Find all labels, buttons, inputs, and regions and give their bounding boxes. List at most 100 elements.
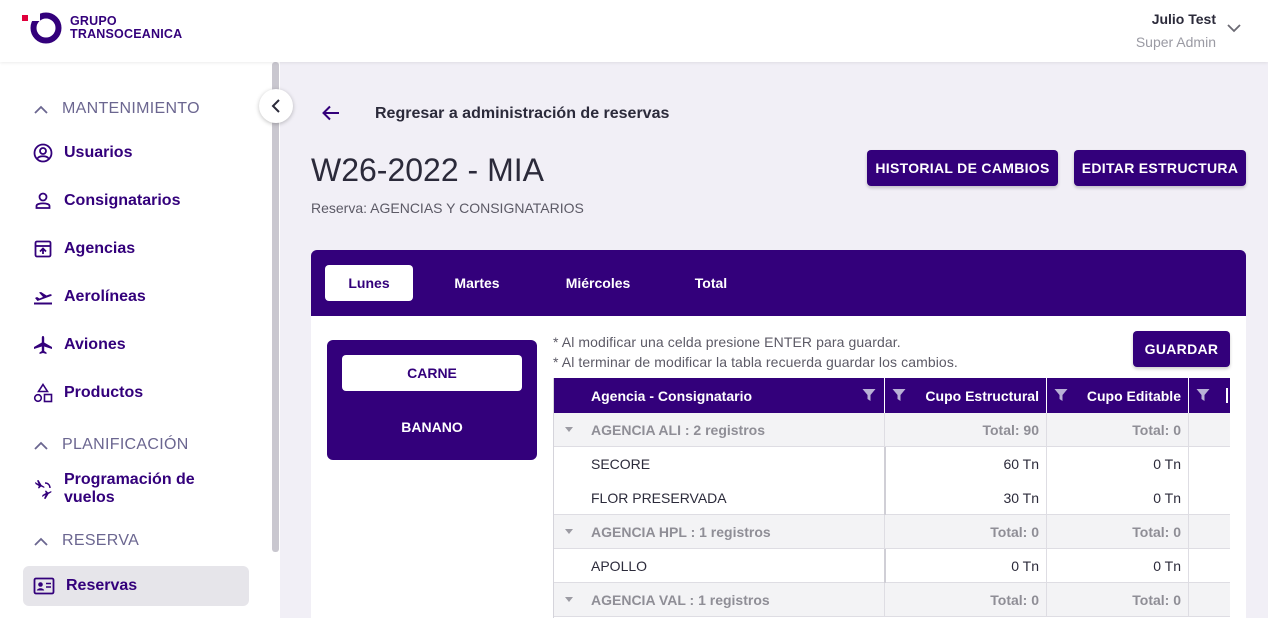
sidebar-scrollbar[interactable] bbox=[272, 62, 279, 552]
truncated-column-edge bbox=[1226, 388, 1228, 403]
user-name: Julio Test bbox=[1151, 11, 1216, 27]
consignee-cell: FLOR PRESERVADA bbox=[591, 490, 727, 506]
product-selector: CARNE BANANO bbox=[327, 340, 537, 460]
caret-down-icon[interactable] bbox=[565, 529, 573, 535]
edit-structure-button[interactable]: EDITAR ESTRUCTURA bbox=[1074, 150, 1246, 186]
group-total-estructural: Total: 90 bbox=[982, 422, 1039, 438]
sidebar-section-label: RESERVA bbox=[62, 532, 140, 549]
consignee-cell: SECORE bbox=[591, 456, 651, 472]
user-circle-icon bbox=[33, 143, 53, 163]
tab-total[interactable]: Total bbox=[671, 265, 751, 301]
filter-icon[interactable] bbox=[1054, 388, 1068, 402]
cell-divider bbox=[1188, 481, 1189, 515]
column-separator[interactable] bbox=[1188, 378, 1189, 413]
group-total-editable: Total: 0 bbox=[1132, 422, 1181, 438]
group-row[interactable]: AGENCIA VAL : 1 registros Total: 0 Total… bbox=[554, 583, 1230, 617]
sidebar-item-aerolineas[interactable]: Aerolíneas bbox=[23, 277, 249, 317]
id-card-icon bbox=[33, 577, 55, 595]
consignee-cell: APOLLO bbox=[591, 558, 648, 574]
history-button[interactable]: HISTORIAL DE CAMBIOS bbox=[867, 150, 1058, 186]
cupo-estructural-cell[interactable]: 60 Tn bbox=[884, 447, 1039, 481]
logo-text: GRUPO TRANSOCEANICA bbox=[70, 15, 182, 41]
page-subtitle: Reserva: AGENCIAS Y CONSIGNATARIOS bbox=[311, 200, 584, 216]
column-separator[interactable] bbox=[1046, 378, 1047, 413]
tab-miercoles[interactable]: Miércoles bbox=[551, 265, 645, 301]
reservation-grid: Agencia - Consignatario Cupo Estructural… bbox=[553, 378, 1230, 618]
group-row[interactable]: AGENCIA ALI : 2 registros Total: 90 Tota… bbox=[554, 413, 1230, 447]
cell-divider bbox=[1188, 413, 1189, 447]
connecting-flights-icon bbox=[35, 480, 52, 499]
shapes-icon bbox=[33, 383, 53, 403]
group-total-editable: Total: 0 bbox=[1132, 592, 1181, 608]
logo-mark-icon bbox=[22, 11, 64, 45]
table-row[interactable]: FLOR PRESERVADA 30 Tn 0 Tn bbox=[554, 481, 1230, 515]
save-button[interactable]: GUARDAR bbox=[1133, 331, 1230, 367]
sidebar-item-aviones[interactable]: Aviones bbox=[23, 325, 249, 365]
note-enter-save: * Al modificar una celda presione ENTER … bbox=[553, 334, 901, 350]
collapse-sidebar-button[interactable] bbox=[259, 89, 293, 123]
column-separator[interactable] bbox=[884, 378, 885, 413]
sidebar-item-label: Agencias bbox=[64, 240, 136, 257]
sidebar-item-label: Programación de vuelos bbox=[64, 471, 195, 506]
caret-down-icon[interactable] bbox=[565, 427, 573, 433]
sidebar-item-label: Consignatarios bbox=[64, 192, 181, 209]
column-header-cupo-estructural[interactable]: Cupo Estructural bbox=[906, 378, 1039, 413]
flight-takeoff-icon bbox=[34, 292, 52, 305]
tab-martes[interactable]: Martes bbox=[431, 265, 523, 301]
group-label: AGENCIA HPL : 1 registros bbox=[591, 524, 771, 540]
chevron-down-icon[interactable] bbox=[1227, 20, 1241, 38]
user-menu[interactable]: Julio Test Super Admin bbox=[1136, 11, 1216, 50]
sidebar-item-usuarios[interactable]: Usuarios bbox=[23, 133, 249, 173]
column-header-agencia[interactable]: Agencia - Consignatario bbox=[591, 378, 752, 413]
product-carne[interactable]: CARNE bbox=[342, 355, 522, 391]
sidebar-section-planificacion[interactable]: PLANIFICACIÓN bbox=[34, 436, 189, 454]
caret-down-icon[interactable] bbox=[565, 597, 573, 603]
day-tab-bar: Lunes Martes Miércoles Total bbox=[311, 250, 1246, 316]
table-row[interactable]: SECORE 60 Tn 0 Tn bbox=[554, 447, 1230, 481]
sidebar-section-label: MANTENIMIENTO bbox=[62, 100, 200, 117]
sidebar-item-label: Reservas bbox=[66, 577, 138, 594]
sidebar-item-programacion-de-vuelos[interactable]: Programación de vuelos bbox=[23, 469, 249, 509]
filter-icon[interactable] bbox=[892, 388, 906, 402]
page-title: W26-2022 - MIA bbox=[311, 152, 544, 188]
sidebar-item-consignatarios[interactable]: Consignatarios bbox=[23, 181, 249, 221]
company-logo[interactable]: GRUPO TRANSOCEANICA bbox=[22, 11, 182, 45]
group-total-estructural: Total: 0 bbox=[990, 592, 1039, 608]
cupo-editable-cell[interactable]: 0 Tn bbox=[1046, 481, 1181, 515]
sidebar-item-productos[interactable]: Productos bbox=[23, 373, 249, 413]
chevron-up-icon bbox=[34, 105, 48, 114]
airplane-icon bbox=[34, 336, 52, 354]
cupo-estructural-cell[interactable]: 30 Tn bbox=[884, 481, 1039, 515]
column-header-cupo-editable[interactable]: Cupo Editable bbox=[1068, 378, 1181, 413]
cell-divider bbox=[1188, 583, 1189, 617]
chevron-left-icon bbox=[271, 99, 280, 113]
back-link[interactable]: Regresar a administración de reservas bbox=[375, 105, 669, 123]
upload-box-icon bbox=[34, 240, 52, 258]
grid-header: Agencia - Consignatario Cupo Estructural… bbox=[554, 378, 1230, 413]
tab-lunes[interactable]: Lunes bbox=[325, 265, 413, 301]
user-role: Super Admin bbox=[1135, 34, 1216, 50]
group-total-estructural: Total: 0 bbox=[990, 524, 1039, 540]
arrow-left-icon bbox=[322, 105, 339, 121]
cupo-editable-cell[interactable]: 0 Tn bbox=[1046, 447, 1181, 481]
product-banano[interactable]: BANANO bbox=[342, 409, 522, 445]
cell-divider bbox=[1188, 447, 1189, 481]
sidebar-item-label: Aerolíneas bbox=[64, 288, 146, 305]
group-total-editable: Total: 0 bbox=[1132, 524, 1181, 540]
back-button[interactable] bbox=[321, 103, 341, 123]
sidebar-item-reservas[interactable]: Reservas bbox=[23, 566, 249, 606]
cupo-estructural-cell[interactable]: 0 Tn bbox=[884, 549, 1039, 583]
cell-divider bbox=[1188, 515, 1189, 549]
logo-line-2: TRANSOCEANICA bbox=[70, 27, 183, 41]
sidebar-item-label: Productos bbox=[64, 384, 144, 401]
filter-icon[interactable] bbox=[862, 388, 876, 402]
table-row[interactable]: APOLLO 0 Tn 0 Tn bbox=[554, 549, 1230, 583]
note-remember-save: * Al terminar de modificar la tabla recu… bbox=[553, 354, 958, 370]
group-row[interactable]: AGENCIA HPL : 1 registros Total: 0 Total… bbox=[554, 515, 1230, 549]
sidebar-item-agencias[interactable]: Agencias bbox=[23, 229, 249, 269]
filter-icon[interactable] bbox=[1196, 388, 1210, 402]
cupo-editable-cell[interactable]: 0 Tn bbox=[1046, 549, 1181, 583]
sidebar-section-reserva[interactable]: RESERVA bbox=[34, 532, 139, 550]
sidebar-section-mantenimiento[interactable]: MANTENIMIENTO bbox=[34, 100, 200, 118]
sidebar-item-label: Usuarios bbox=[64, 144, 133, 161]
